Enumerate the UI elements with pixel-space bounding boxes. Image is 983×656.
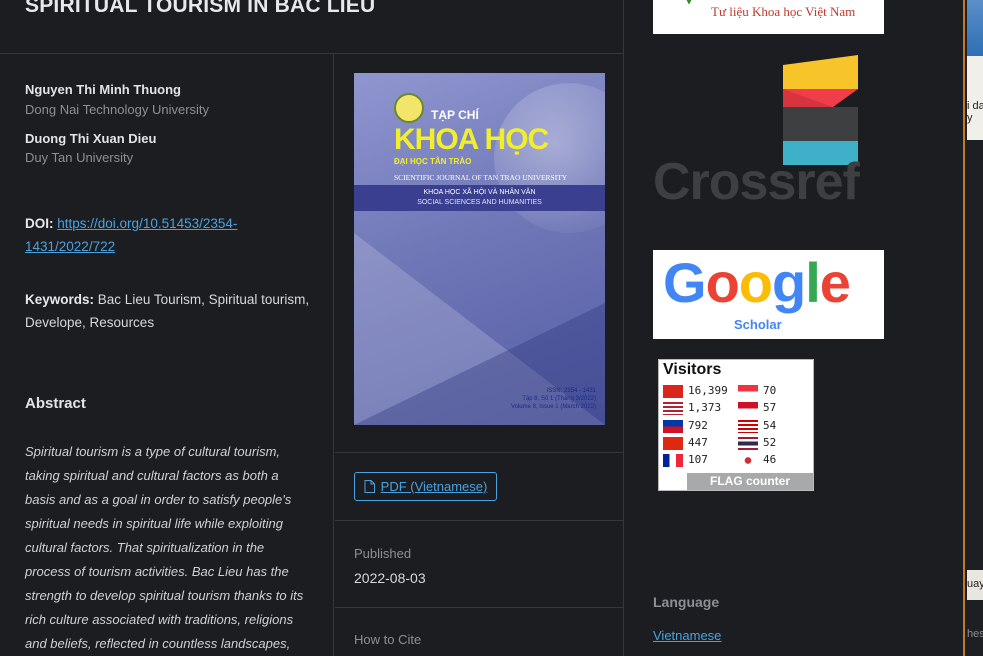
edge-image — [967, 0, 983, 56]
thailand-flag-icon — [738, 436, 758, 450]
abstract-text: Spiritual tourism is a type of cultural … — [25, 444, 304, 651]
pdf-download-button[interactable]: PDF (Vietnamese) — [354, 472, 497, 501]
cover-line: ĐẠI HỌC TÂN TRÀO — [394, 157, 472, 166]
usa-flag-icon — [663, 401, 683, 415]
visitor-row: 57 — [738, 401, 776, 415]
flag-counter-footer: FLAG counter — [687, 473, 813, 490]
author-name: Nguyen Thi Minh Thuong — [25, 82, 181, 97]
south-korea-flag-icon — [738, 453, 758, 467]
edge-text: i da — [967, 100, 983, 112]
visitor-count: 70 — [763, 384, 777, 397]
google-wordmark: Google — [663, 251, 851, 314]
visitor-row: 52 — [738, 436, 776, 450]
cover-volume-vi: Tập 8, Số 1 (Tháng 3/2022) — [522, 396, 596, 402]
cover-issue-info: ISSN: 2354 - 1431 Tập 8, Số 1 (Tháng 3/2… — [494, 387, 604, 411]
china-flag-icon — [663, 436, 683, 450]
visitor-row: 46 — [738, 453, 776, 467]
philippines-flag-icon — [663, 419, 683, 433]
indonesia-flag-icon — [738, 401, 758, 415]
cover-title: KHOA HỌC — [394, 123, 549, 156]
citation-gate-banner[interactable]: Tư liệu Khoa học Việt Nam — [653, 0, 884, 34]
sidebar: Tư liệu Khoa học Việt Nam Crossref Googl… — [625, 0, 965, 656]
cover-volume-en: Volume 8, Issue 1 (March 2022) — [510, 404, 596, 410]
google-scholar-logo[interactable]: Google Scholar — [653, 250, 884, 339]
visitor-row: 447 — [663, 436, 708, 450]
author-affiliation: Dong Nai Technology University — [25, 102, 210, 117]
visitor-count: 447 — [688, 436, 708, 449]
vietnam-flag-icon — [663, 384, 683, 398]
language-link-vietnamese[interactable]: Vietnamese — [653, 628, 721, 643]
article-details-column: Nguyen Thi Minh Thuong Dong Nai Technolo… — [0, 54, 334, 656]
author-affiliation: Duy Tan University — [25, 150, 134, 165]
cover-issn: ISSN: 2354 - 1431 — [546, 388, 596, 394]
scholar-label: Scholar — [734, 317, 782, 332]
visitor-row: 1,373 — [663, 401, 721, 415]
visitors-title: Visitors — [663, 361, 722, 378]
cover-line: SCIENTIFIC JOURNAL OF TAN TRAO UNIVERSIT… — [394, 173, 568, 182]
visitor-count: 1,373 — [688, 401, 722, 414]
university-logo — [394, 93, 424, 123]
keywords-label: Keywords: — [25, 292, 95, 307]
galleys-section: PDF (Vietnamese) — [335, 452, 624, 520]
doi-link[interactable]: https://doi.org/10.51453/2354-1431/2022/… — [25, 216, 237, 254]
how-to-cite-label: How to Cite — [354, 632, 422, 647]
edge-text: uay — [967, 578, 983, 590]
visitor-row: 792 — [663, 419, 708, 433]
cover-line: SOCIAL SCIENCES AND HUMANITIES — [417, 199, 542, 206]
how-to-cite-section: How to Cite — [335, 607, 624, 656]
visitor-count: 54 — [763, 419, 777, 432]
visitor-count: 46 — [763, 453, 777, 466]
edge-text: y — [967, 112, 973, 124]
visitor-row: 107 — [663, 453, 708, 467]
check-icon — [686, 0, 692, 4]
article-entry-column: TẠP CHÍ KHOA HỌC ĐẠI HỌC TÂN TRÀO SCIENT… — [335, 54, 624, 656]
title-bar: SPIRITUAL TOURISM IN BAC LIEU — [0, 0, 624, 54]
malaysia-flag-icon — [738, 419, 758, 433]
journal-cover-image[interactable]: TẠP CHÍ KHOA HỌC ĐẠI HỌC TÂN TRÀO SCIENT… — [354, 73, 605, 425]
edge-panel: uay — [967, 570, 983, 600]
edge-panel: i da y — [967, 56, 983, 140]
pdf-button-label: PDF (Vietnamese) — [380, 479, 488, 494]
singapore-flag-icon — [738, 384, 758, 398]
doi-block: DOI: https://doi.org/10.51453/2354-1431/… — [25, 212, 305, 258]
cover-line: KHOA HỌC XÃ HỘI VÀ NHÂN VĂN — [423, 189, 536, 196]
file-pdf-icon — [364, 480, 375, 493]
crossref-mark-icon — [783, 55, 858, 165]
visitor-row: 16,399 — [663, 384, 728, 398]
visitor-row: 70 — [738, 384, 776, 398]
published-date: 2022-08-03 — [354, 570, 426, 586]
article-main: SPIRITUAL TOURISM IN BAC LIEU Nguyen Thi… — [0, 0, 624, 656]
published-section: Published 2022-08-03 — [335, 520, 624, 607]
author-name: Duong Thi Xuan Dieu — [25, 131, 157, 146]
visitor-count: 57 — [763, 401, 777, 414]
page-title: SPIRITUAL TOURISM IN BAC LIEU — [25, 0, 376, 17]
visitor-count: 16,399 — [688, 384, 728, 397]
visitor-count: 107 — [688, 453, 708, 466]
doi-label: DOI: — [25, 216, 54, 231]
crossref-wordmark: Crossref — [653, 153, 860, 211]
adjacent-window-edge: i da y uay hes — [963, 0, 983, 656]
crossref-logo[interactable]: Crossref — [653, 55, 884, 211]
flag-counter-widget[interactable]: Visitors 16,399 1,373 792 447 107 70 57 … — [658, 359, 814, 491]
visitor-count: 792 — [688, 419, 708, 432]
published-label: Published — [354, 546, 412, 561]
keywords-block: Keywords: Bac Lieu Tourism, Spiritual to… — [25, 288, 320, 334]
citation-gate-text: Tư liệu Khoa học Việt Nam — [711, 4, 856, 19]
cover-line: TẠP CHÍ — [431, 108, 479, 122]
visitor-row: 54 — [738, 419, 776, 433]
language-heading: Language — [653, 594, 720, 610]
visitor-count: 52 — [763, 436, 777, 449]
edge-text: hes — [967, 628, 983, 640]
abstract-heading: Abstract — [25, 395, 86, 412]
france-flag-icon — [663, 453, 683, 467]
